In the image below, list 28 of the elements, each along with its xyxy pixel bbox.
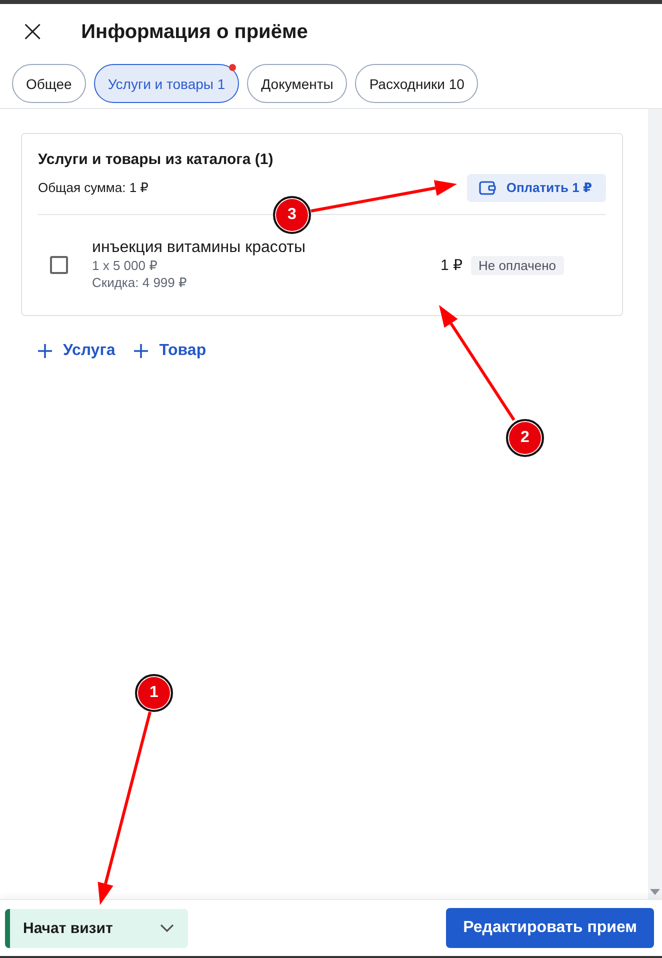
tab[interactable]: Услуги и товары 1: [94, 64, 240, 103]
item-name: инъекция витамины красоты: [92, 239, 306, 257]
down-arrow-icon: [650, 889, 660, 895]
close-button[interactable]: ×: [16, 17, 50, 47]
annotation-marker: 1: [135, 674, 173, 712]
total-sum: Общая сумма: 1 ₽: [38, 180, 148, 196]
annotation-marker: 2: [506, 419, 544, 457]
item-price: 1 ₽: [440, 256, 463, 274]
card-title: Услуги и товары из каталога (1): [38, 151, 274, 168]
pay-button[interactable]: Оплатить 1 ₽: [467, 174, 606, 202]
item-discount: Скидка: 4 999 ₽: [92, 275, 188, 291]
edit-appointment-button[interactable]: Редактировать прием: [446, 908, 654, 948]
tab[interactable]: Документы: [247, 64, 348, 103]
plus-icon: [37, 343, 53, 359]
wallet-icon: [479, 181, 496, 195]
dialog-title: Информация о приёме: [81, 20, 308, 44]
add-button[interactable]: Услуга: [37, 342, 116, 360]
scrollbar[interactable]: [648, 109, 662, 899]
tab[interactable]: Расходники 10: [355, 64, 478, 103]
tab[interactable]: Общее: [12, 64, 86, 103]
chevron-down-icon: [160, 924, 174, 932]
add-button[interactable]: Товар: [133, 342, 206, 360]
status-dropdown[interactable]: Начат визит: [5, 908, 188, 948]
item-quantity: 1 x 5 000 ₽: [92, 258, 158, 274]
plus-icon: [133, 343, 150, 359]
checkbox[interactable]: [50, 256, 68, 274]
payment-status: Не оплачено: [470, 256, 564, 274]
annotation-marker: 3: [273, 196, 311, 234]
